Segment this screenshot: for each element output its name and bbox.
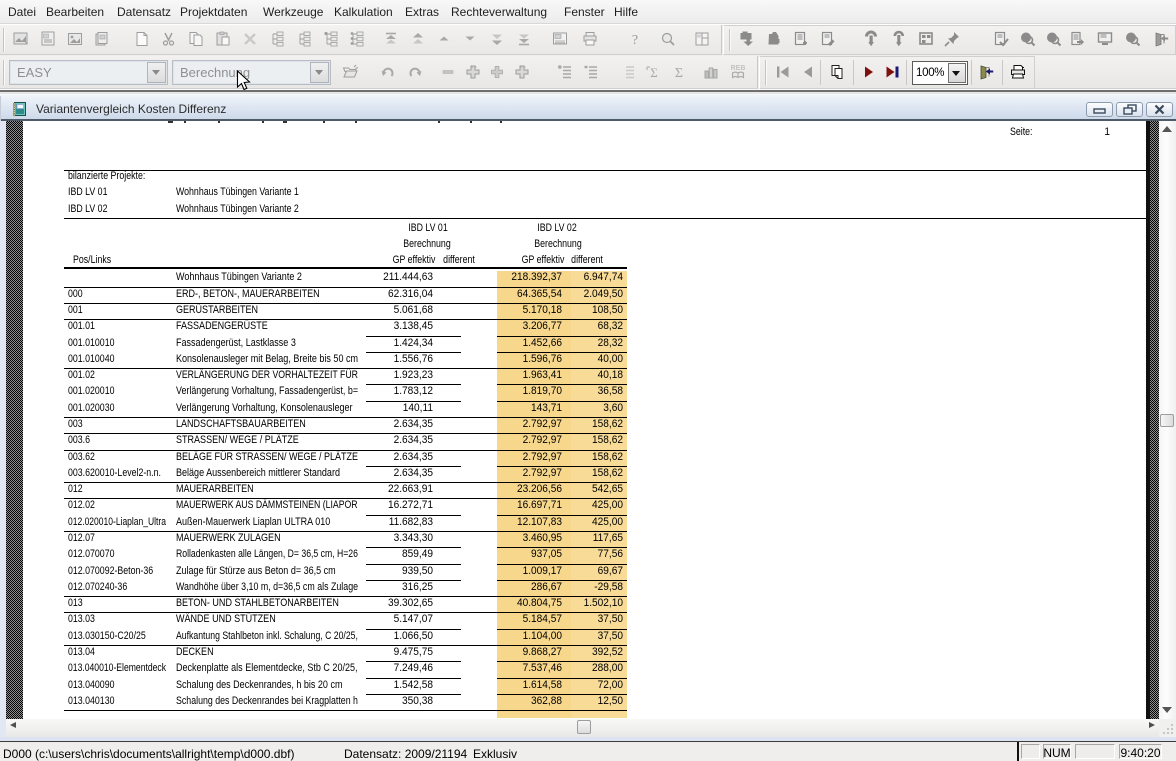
svg-text:Σ: Σ (650, 65, 658, 80)
svg-text:Σ: Σ (675, 66, 683, 81)
svg-text:?: ? (632, 33, 638, 48)
svg-text:REB: REB (731, 65, 746, 72)
